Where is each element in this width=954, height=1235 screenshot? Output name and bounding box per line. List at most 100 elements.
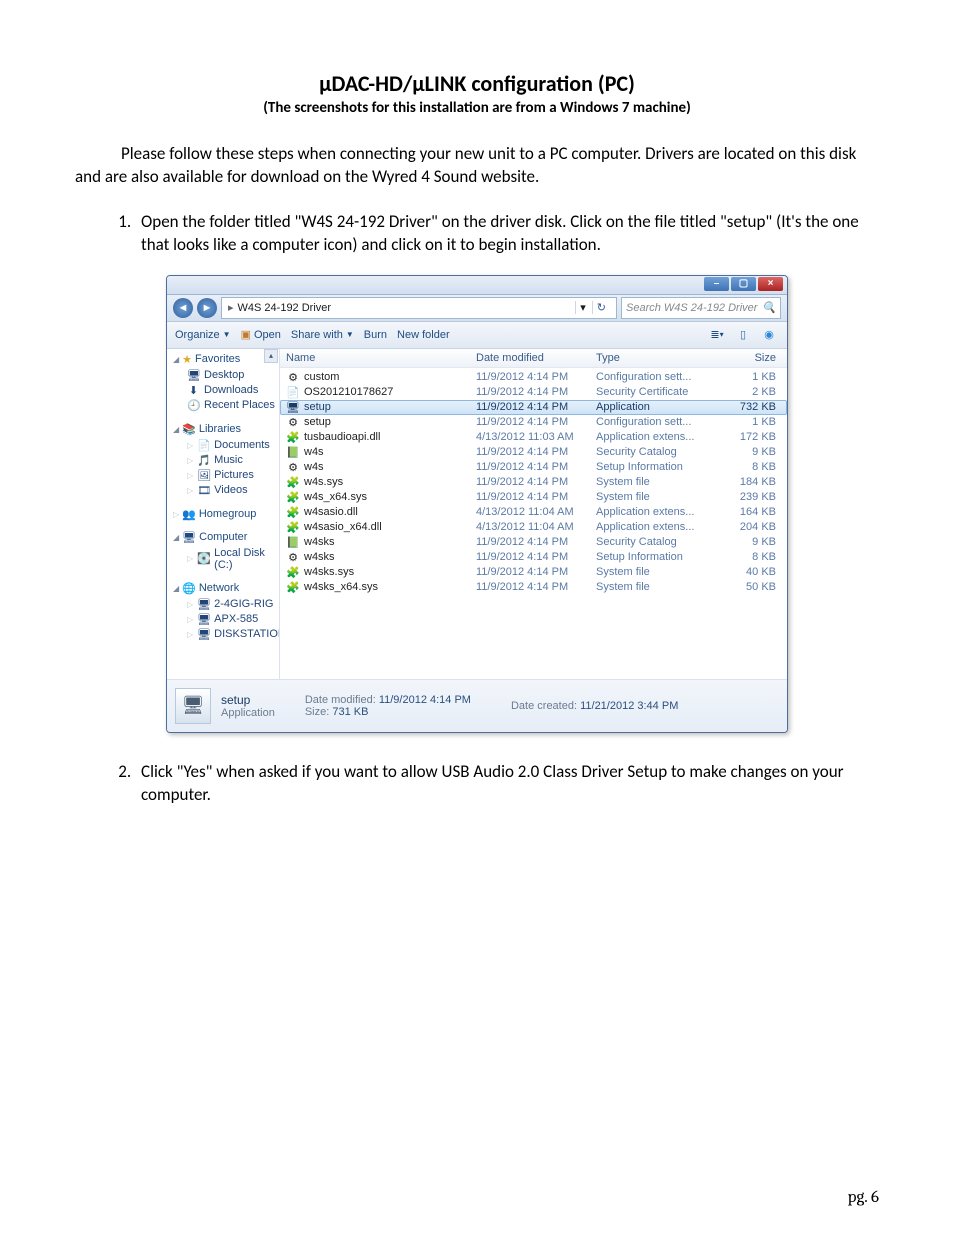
file-name: w4s [304,446,324,458]
file-icon: 🧩 [286,521,300,534]
sidebar-favorites[interactable]: Favorites [195,353,240,365]
file-row[interactable]: ⚙w4s11/9/2012 4:14 PMSetup Information8 … [280,460,787,475]
file-row[interactable]: 📄OS20121017862711/9/2012 4:14 PMSecurity… [280,385,787,400]
col-size[interactable]: Size [716,352,786,364]
file-date: 11/9/2012 4:14 PM [476,476,596,488]
file-name: OS201210178627 [304,386,393,398]
view-options-button[interactable]: ≣▾ [707,325,727,345]
file-type: Application extens... [596,431,716,443]
file-list: ⚙custom11/9/2012 4:14 PMConfiguration se… [280,368,787,679]
col-name[interactable]: Name [286,352,476,364]
file-size: 204 KB [716,521,786,533]
file-name: w4sasio.dll [304,506,358,518]
sidebar-item-pictures[interactable]: ▷🖼Pictures [173,468,279,483]
burn-button[interactable]: Burn [364,329,387,341]
preview-pane-button[interactable]: ▯ [733,325,753,345]
search-input[interactable]: Search W4S 24-192 Driver 🔍 [621,297,781,319]
file-date: 11/9/2012 4:14 PM [476,401,596,413]
file-row[interactable]: 🧩 w4s_x64.sys 11/9/2012 4:14 PMSystem file… [280,490,787,505]
file-size: 50 KB [716,581,786,593]
file-name: w4sks.sys [304,566,354,578]
search-icon: 🔍 [762,301,776,314]
file-size: 1 KB [716,416,786,428]
col-date[interactable]: Date modified [476,352,596,364]
file-row[interactable]: 🧩tusbaudioapi.dll4/13/2012 11:03 AMAppli… [280,430,787,445]
file-date: 11/9/2012 4:14 PM [476,371,596,383]
sidebar-computer[interactable]: Computer [199,531,247,543]
maximize-button[interactable]: ▢ [731,277,756,291]
file-type: Security Catalog [596,536,716,548]
file-row[interactable]: 🧩w4sks.sys11/9/2012 4:14 PMSystem file40… [280,565,787,580]
file-type: System file [596,566,716,578]
file-row[interactable]: ⚙w4sks11/9/2012 4:14 PMSetup Information… [280,550,787,565]
sidebar-libraries[interactable]: Libraries [199,423,241,435]
statusbar-filetype: Application [221,707,275,719]
file-type: Security Catalog [596,446,716,458]
close-button[interactable]: × [758,277,783,291]
file-row[interactable]: 🧩w4sks_x64.sys11/9/2012 4:14 PMSystem fi… [280,580,787,595]
sidebar-item-videos[interactable]: ▷🎞Videos [173,483,279,498]
file-date: 11/9/2012 4:14 PM [476,386,596,398]
file-name: w4s_x64.sys [304,491,367,503]
file-type: Setup Information [596,551,716,563]
sidebar-item-recent[interactable]: 🕘Recent Places [173,398,279,413]
file-date: 11/9/2012 4:14 PM [476,461,596,473]
sidebar: ▴ ◢★Favorites 🖥Desktop ⬇Downloads 🕘Recen… [167,349,280,679]
file-date: 4/13/2012 11:03 AM [476,431,596,443]
file-size: 8 KB [716,461,786,473]
statusbar-filename: setup [221,693,275,707]
sidebar-item-net1[interactable]: ▷🖥APX-585 [173,612,279,627]
file-icon: 🧩 [286,476,300,489]
file-date: 4/13/2012 11:04 AM [476,521,596,533]
nav-forward-button[interactable]: ► [197,298,217,318]
sidebar-network[interactable]: Network [199,582,239,594]
file-date: 11/9/2012 4:14 PM [476,581,596,593]
file-row[interactable]: 🧩w4s.sys11/9/2012 4:14 PMSystem file184 … [280,475,787,490]
file-date: 11/9/2012 4:14 PM [476,566,596,578]
file-row[interactable]: 🧩w4sasio.dll4/13/2012 11:04 AMApplicatio… [280,505,787,520]
file-type: System file [596,491,716,503]
help-button[interactable]: ◉ [759,325,779,345]
sidebar-item-documents[interactable]: ▷📄Documents [173,438,279,453]
file-icon: 📗 [286,536,300,549]
file-row[interactable]: 📗w4s11/9/2012 4:14 PMSecurity Catalog9 K… [280,445,787,460]
sidebar-item-localdisk[interactable]: ▷💽Local Disk (C:) [173,546,279,572]
intro-paragraph: Please follow these steps when connectin… [75,143,879,189]
newfolder-button[interactable]: New folder [397,329,450,341]
sidebar-homegroup[interactable]: Homegroup [199,508,256,520]
sidebar-item-net2[interactable]: ▷🖥DISKSTATION [173,627,279,642]
refresh-icon[interactable]: ↻ [592,301,610,314]
file-size: 1 KB [716,371,786,383]
file-type: Configuration sett... [596,416,716,428]
file-date: 11/9/2012 4:14 PM [476,491,596,503]
chevron-right-icon: ▸ [228,301,234,314]
file-date: 4/13/2012 11:04 AM [476,506,596,518]
sidebar-item-music[interactable]: ▷🎵Music [173,453,279,468]
open-button[interactable]: ▣Open [241,328,281,341]
file-name: w4sasio_x64.dll [304,521,382,533]
file-row[interactable]: 🧩w4sasio_x64.dll4/13/2012 11:04 AMApplic… [280,520,787,535]
organize-button[interactable]: Organize▼ [175,329,231,341]
breadcrumb[interactable]: ▸ W4S 24-192 Driver ▾ ↻ [221,297,617,319]
file-row[interactable]: ⚙setup11/9/2012 4:14 PMConfiguration set… [280,415,787,430]
file-row[interactable]: 📗w4sks11/9/2012 4:14 PMSecurity Catalog9… [280,535,787,550]
column-headers[interactable]: Name Date modified Type Size [280,349,787,368]
dropdown-icon[interactable]: ▾ [575,301,590,314]
col-type[interactable]: Type [596,352,716,364]
minimize-button[interactable]: – [704,277,729,291]
file-size: 164 KB [716,506,786,518]
file-type: System file [596,476,716,488]
file-icon: 🧩 [286,491,300,504]
file-row[interactable]: ⚙custom11/9/2012 4:14 PMConfiguration se… [280,370,787,385]
file-icon: 📗 [286,446,300,459]
file-name: w4sks [304,536,335,548]
sidebar-item-desktop[interactable]: 🖥Desktop [173,368,279,383]
nav-back-button[interactable]: ◄ [173,298,193,318]
sidebar-item-net0[interactable]: ▷🖥2-4GIG-RIG [173,597,279,612]
file-icon: 🧩 [286,431,300,444]
file-row[interactable]: 🖥setup11/9/2012 4:14 PMApplication732 KB [280,400,787,415]
sidebar-item-downloads[interactable]: ⬇Downloads [173,383,279,398]
scroll-up-button[interactable]: ▴ [264,349,278,363]
file-size: 9 KB [716,536,786,548]
share-button[interactable]: Share with▼ [291,329,354,341]
